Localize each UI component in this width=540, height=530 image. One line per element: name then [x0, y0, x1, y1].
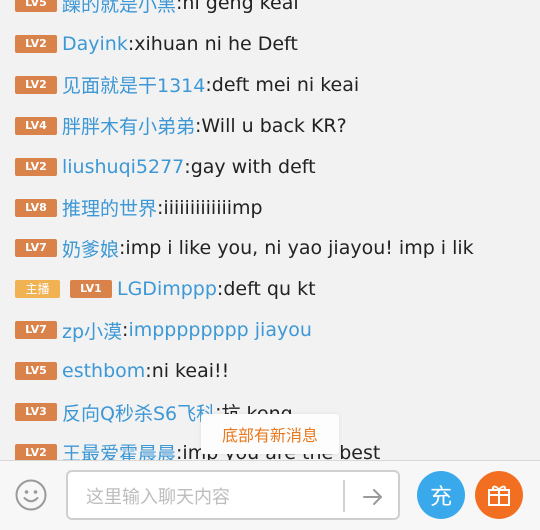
- input-divider: [343, 480, 345, 512]
- level-badge: LV8: [15, 198, 57, 217]
- message-text: deft qu kt: [223, 278, 316, 301]
- chat-message[interactable]: LV2 Dayink: xihuan ni he Deft: [15, 29, 298, 59]
- username[interactable]: 王最爱霍晨晨: [62, 439, 176, 460]
- gift-icon: [488, 485, 510, 506]
- gift-button[interactable]: [475, 471, 523, 519]
- chat-input[interactable]: [84, 483, 338, 511]
- message-text: ni keai!!: [151, 360, 230, 383]
- username[interactable]: 推理的世界: [62, 194, 157, 221]
- username[interactable]: 奶爹娘: [62, 235, 119, 262]
- chat-message[interactable]: LV5 躁的就是小黑: ni geng keai: [15, 0, 299, 18]
- host-badge: 主播: [15, 280, 60, 299]
- level-badge: LV5: [15, 362, 57, 381]
- chat-message[interactable]: LV4 胖胖木有小弟弟: Will u back KR?: [15, 111, 347, 141]
- level-badge: LV4: [15, 116, 57, 135]
- username[interactable]: Dayink: [62, 33, 128, 55]
- chat-input-box: [66, 470, 400, 520]
- chat-message[interactable]: LV2 liushuqi5277: gay with deft: [15, 152, 316, 182]
- chat-message[interactable]: LV8 推理的世界: iiiiiiiiiiiiimp: [15, 193, 263, 223]
- username[interactable]: 见面就是干1314: [62, 71, 205, 98]
- username[interactable]: 胖胖木有小弟弟: [62, 112, 195, 139]
- chat-message[interactable]: LV7 zp小漠: impppppppp jiayou: [15, 315, 312, 345]
- message-text: ni geng keai: [182, 0, 299, 14]
- level-badge: LV5: [15, 0, 57, 12]
- username[interactable]: esthbom: [62, 360, 145, 382]
- level-badge: LV1: [70, 280, 112, 299]
- message-text: Will u back KR?: [201, 114, 347, 137]
- username[interactable]: LGDimppp: [117, 278, 217, 300]
- chat-message[interactable]: 主播 LV1 LGDimppp: deft qu kt: [15, 274, 316, 304]
- level-badge: LV2: [15, 157, 57, 176]
- username[interactable]: 反向Q秒杀S6飞科: [62, 399, 215, 426]
- level-badge: LV7: [15, 239, 57, 258]
- username[interactable]: zp小漠: [62, 317, 122, 344]
- chat-message[interactable]: LV7 奶爹娘: imp i like you, ni yao jiayou! i…: [15, 233, 474, 263]
- level-badge: LV7: [15, 321, 57, 340]
- chat-message[interactable]: LV5 esthbom: ni keai!!: [15, 356, 229, 386]
- new-messages-label: 底部有新消息: [221, 426, 318, 445]
- message-text: impppppppp jiayou: [128, 319, 312, 342]
- level-badge: LV2: [15, 75, 57, 94]
- chat-input-bar: 充: [0, 460, 540, 530]
- recharge-label: 充: [429, 485, 452, 510]
- level-badge: LV2: [15, 34, 57, 53]
- emoji-icon[interactable]: [15, 479, 47, 511]
- chat-message[interactable]: LV2 见面就是干1314: deft mei ni keai: [15, 70, 359, 100]
- recharge-button[interactable]: 充: [417, 471, 465, 519]
- username[interactable]: 躁的就是小黑: [62, 0, 176, 17]
- chat-message-list[interactable]: LV5 躁的就是小黑: ni geng keai LV2 Dayink: xihuan…: [0, 0, 540, 460]
- message-text: xihuan ni he Deft: [134, 32, 298, 55]
- new-messages-toast[interactable]: 底部有新消息: [201, 414, 339, 454]
- message-text: iiiiiiiiiiiiimp: [163, 196, 263, 219]
- message-text: imp i like you, ni yao jiayou! imp i lik: [125, 237, 474, 260]
- level-badge: LV2: [15, 443, 57, 460]
- username[interactable]: liushuqi5277: [62, 156, 184, 178]
- level-badge: LV3: [15, 403, 57, 421]
- message-text: gay with deft: [190, 155, 316, 178]
- message-text: deft mei ni keai: [211, 73, 360, 96]
- send-arrow-icon[interactable]: [358, 482, 388, 512]
